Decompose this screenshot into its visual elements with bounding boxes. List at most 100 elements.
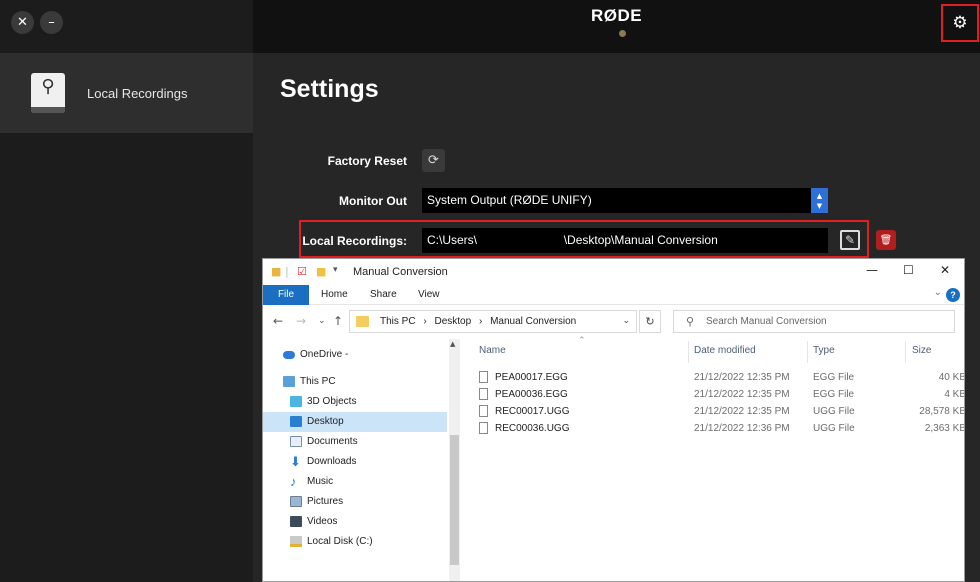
page-title: Settings xyxy=(280,75,379,103)
file-date: 21/12/2022 12:35 PM xyxy=(694,406,790,417)
drive-icon xyxy=(290,536,302,547)
downloads-icon: ⬇ xyxy=(290,454,301,469)
file-icon xyxy=(479,371,488,383)
properties-icon[interactable]: ☑ xyxy=(297,265,307,278)
folder-icon: ■ xyxy=(271,265,282,278)
search-icon: ⚲ xyxy=(686,315,695,328)
nav-item-local-disk[interactable]: Local Disk (C:) xyxy=(263,532,447,552)
column-divider xyxy=(807,341,808,363)
file-name: PEA00017.EGG xyxy=(495,372,568,383)
refresh-button[interactable]: ↻ xyxy=(639,310,661,333)
forward-arrow-icon[interactable]: → xyxy=(296,314,306,328)
file-row[interactable]: PEA00036.EGG 21/12/2022 12:35 PM EGG Fil… xyxy=(466,386,964,403)
file-name: REC00036.UGG xyxy=(495,423,570,434)
close-button[interactable]: ✕ xyxy=(11,11,34,34)
explorer-title: Manual Conversion xyxy=(353,266,448,278)
brand-logo: RØDE xyxy=(590,6,643,25)
file-row[interactable]: PEA00017.EGG 21/12/2022 12:35 PM EGG Fil… xyxy=(466,369,964,386)
tab-share[interactable]: Share xyxy=(370,289,397,300)
monitor-out-select[interactable]: System Output (RØDE UNIFY) ▲ ▼ xyxy=(422,188,828,213)
file-explorer-window: ■ | ☑ ■ ▾ Manual Conversion — ☐ ✕ File H… xyxy=(262,258,965,582)
minimize-button[interactable]: – xyxy=(40,11,63,34)
local-recordings-path-field[interactable]: C:\Users\ \Desktop\Manual Conversion xyxy=(422,228,828,253)
sort-ascending-icon: ⌃ xyxy=(578,336,586,346)
tab-home[interactable]: Home xyxy=(321,289,348,300)
nav-item-desktop[interactable]: Desktop xyxy=(263,412,447,432)
divider: | xyxy=(285,265,289,278)
delete-path-button[interactable]: 🗑 xyxy=(876,230,896,250)
file-name: REC00017.UGG xyxy=(495,406,570,417)
column-divider xyxy=(905,341,906,363)
navigation-bar: ← → ⌄ ↑ This PC › Desktop › Manual Conve… xyxy=(263,305,964,337)
file-type: UGG File xyxy=(813,423,855,434)
documents-icon xyxy=(290,436,302,447)
chevron-down-icon[interactable]: ⌄ xyxy=(934,287,942,298)
scrollbar-thumb[interactable] xyxy=(450,435,459,565)
breadcrumb: This PC › Desktop › Manual Conversion xyxy=(380,316,577,327)
file-type: EGG File xyxy=(813,389,855,400)
quick-access-dropdown-icon[interactable]: ▾ xyxy=(333,265,338,275)
settings-button[interactable]: ⚙ xyxy=(941,4,979,42)
back-arrow-icon[interactable]: ← xyxy=(273,314,283,328)
nav-item-this-pc[interactable]: This PC xyxy=(263,372,447,392)
nav-item-onedrive[interactable]: OneDrive - xyxy=(263,345,447,365)
column-header-size[interactable]: Size xyxy=(912,345,931,356)
refresh-icon: ⟳ xyxy=(428,153,439,168)
nav-item-3d-objects[interactable]: 3D Objects xyxy=(263,392,447,412)
search-input[interactable]: ⚲ Search Manual Conversion xyxy=(673,310,955,333)
breadcrumb-this-pc[interactable]: This PC xyxy=(380,316,416,327)
nav-item-downloads[interactable]: ⬇ Downloads xyxy=(263,452,447,472)
column-header-date[interactable]: Date modified xyxy=(694,345,756,356)
nav-pane-scrollbar[interactable]: ▲ xyxy=(449,339,460,581)
factory-reset-button[interactable]: ⟳ xyxy=(422,149,445,172)
usb-drive-icon: ⚲ xyxy=(31,73,65,113)
navigation-pane: OneDrive - This PC 3D Objects Desktop Do… xyxy=(263,339,449,581)
up-arrow-icon[interactable]: ↑ xyxy=(333,314,343,328)
explorer-minimize-button[interactable]: — xyxy=(866,263,878,277)
new-folder-icon[interactable]: ■ xyxy=(316,265,326,278)
breadcrumb-manual-conversion[interactable]: Manual Conversion xyxy=(490,316,576,327)
edit-path-button[interactable]: ✎ xyxy=(840,230,860,250)
file-date: 21/12/2022 12:36 PM xyxy=(694,423,790,434)
file-row[interactable]: REC00036.UGG 21/12/2022 12:36 PM UGG Fil… xyxy=(466,420,965,437)
scroll-up-icon[interactable]: ▲ xyxy=(450,340,455,348)
file-type: EGG File xyxy=(813,372,855,383)
breadcrumb-desktop[interactable]: Desktop xyxy=(434,316,471,327)
nav-item-music[interactable]: ♪ Music xyxy=(263,472,447,492)
column-divider xyxy=(688,341,689,363)
tab-file[interactable]: File xyxy=(263,285,309,305)
recent-dropdown-icon[interactable]: ⌄ xyxy=(318,316,326,326)
select-arrows-icon: ▲ ▼ xyxy=(811,188,828,213)
ribbon: File Home Share View ⌄ ? xyxy=(263,285,964,305)
pictures-icon xyxy=(290,496,302,507)
brand-dot xyxy=(619,30,626,37)
trash-icon: 🗑 xyxy=(879,234,893,246)
explorer-maximize-button[interactable]: ☐ xyxy=(903,263,914,277)
search-placeholder: Search Manual Conversion xyxy=(706,316,827,327)
file-list: ⌃ Name Date modified Type Size PEA00017.… xyxy=(466,336,965,581)
help-icon[interactable]: ? xyxy=(946,288,960,302)
nav-item-pictures[interactable]: Pictures xyxy=(263,492,447,512)
column-header-type[interactable]: Type xyxy=(813,345,835,356)
file-icon xyxy=(479,388,488,400)
minimize-icon: – xyxy=(48,15,55,30)
explorer-close-button[interactable]: ✕ xyxy=(940,263,950,277)
tab-view[interactable]: View xyxy=(418,289,440,300)
file-size: 28,578 KB xyxy=(919,406,965,417)
nav-item-videos[interactable]: Videos xyxy=(263,512,447,532)
sidebar-item-local-recordings[interactable]: ⚲ Local Recordings xyxy=(0,53,253,133)
edit-icon: ✎ xyxy=(844,233,856,247)
file-date: 21/12/2022 12:35 PM xyxy=(694,372,790,383)
column-header-name[interactable]: Name xyxy=(479,345,506,356)
address-dropdown-icon[interactable]: ⌄ xyxy=(622,311,630,332)
file-icon xyxy=(479,422,488,434)
monitor-out-label: Monitor Out xyxy=(339,194,407,208)
music-icon: ♪ xyxy=(290,474,297,489)
file-size: 2,363 KB xyxy=(924,423,965,434)
address-bar[interactable]: This PC › Desktop › Manual Conversion ⌄ xyxy=(349,310,637,333)
sidebar-item-label: Local Recordings xyxy=(87,85,188,101)
nav-item-documents[interactable]: Documents xyxy=(263,432,447,452)
local-recordings-label: Local Recordings: xyxy=(302,234,407,248)
file-row[interactable]: REC00017.UGG 21/12/2022 12:35 PM UGG Fil… xyxy=(466,403,965,420)
sidebar: ✕ – ⚲ Local Recordings xyxy=(0,0,253,582)
